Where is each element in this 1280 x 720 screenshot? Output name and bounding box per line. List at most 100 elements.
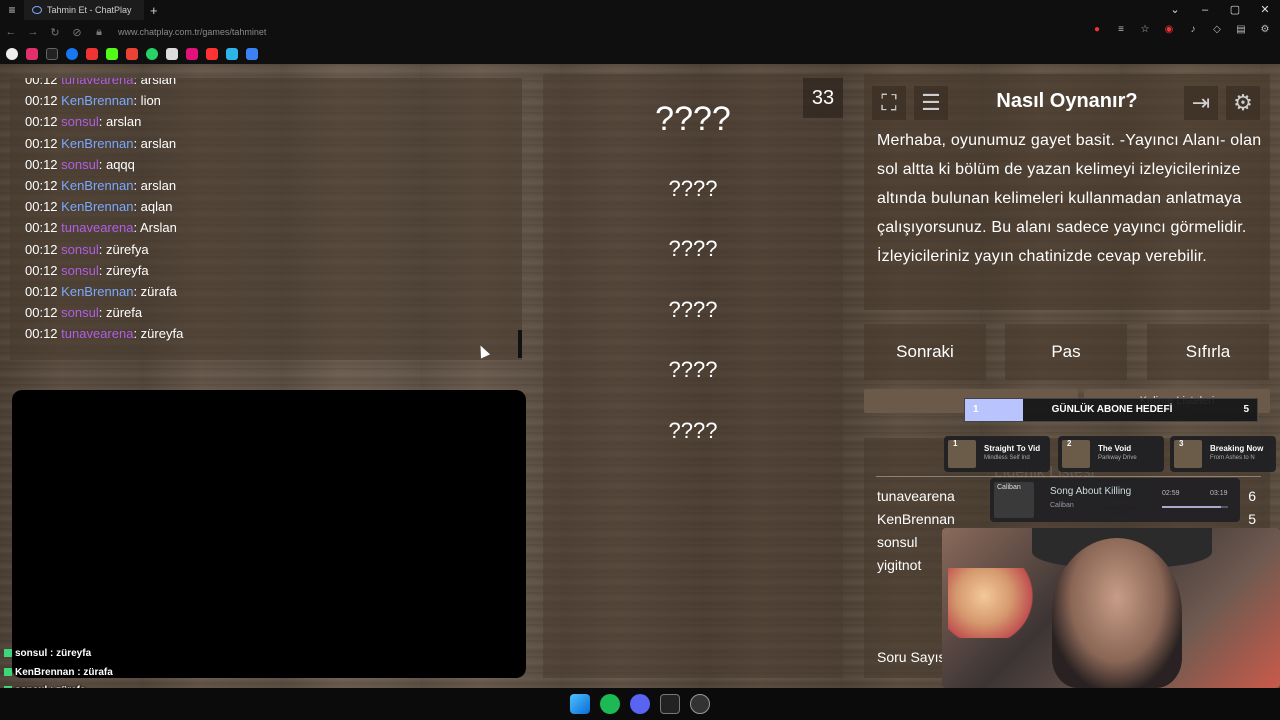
x-bookmark-icon[interactable] [46,48,58,60]
track-artist: Mindless Self Ind [984,455,1030,461]
chat-username[interactable]: tunavearena [61,326,133,341]
chat-text: : aqlan [133,199,173,215]
y-bookmark-icon[interactable] [186,48,198,60]
chat-time: 00:12 [25,156,58,172]
chat-username[interactable]: sonsul [61,263,99,278]
chat-text: : arslan [98,114,142,130]
chat-message: 00:12 sonsul: arslan [25,114,141,129]
cube-icon[interactable]: ◇ [1210,24,1224,38]
chat-time: 00:12 [25,284,58,299]
tabs-dropdown-icon[interactable]: ⌄ [1160,0,1190,20]
chat-username[interactable]: KenBrennan [61,199,133,214]
mail-bookmark-icon[interactable] [166,48,178,60]
leaderboard-name: KenBrennan [877,511,955,527]
chat-message: 00:12 KenBrennan: arslan [25,136,176,151]
words-panel: 33 ???? ???? ???? ???? ???? ???? [543,74,843,678]
main-word: ???? [655,100,731,138]
browser-tab[interactable]: Tahmin Et - ChatPlay [24,0,144,20]
obs-icon[interactable] [660,694,680,714]
pass-button[interactable]: Pas [1005,324,1127,380]
chat-time: 00:12 [25,241,58,257]
chat-message: 00:12 KenBrennan: zürafa [25,284,177,299]
grid-bookmark-icon[interactable] [246,48,258,60]
forbidden-word: ???? [668,236,718,261]
forward-icon[interactable]: → [22,26,44,38]
back-icon[interactable]: ← [0,26,22,38]
site-info-icon[interactable]: ⊘ [66,26,88,39]
now-playing-artist: Caliban [1050,502,1074,509]
track-artist: From Ashes to N [1210,455,1255,461]
chat-username[interactable]: KenBrennan [61,136,133,151]
tab-favicon-icon [32,6,42,14]
chat-scrollbar[interactable] [518,330,522,358]
close-icon[interactable]: ✕ [1250,0,1280,20]
forbidden-word: ???? [668,176,718,201]
facebook-bookmark-icon[interactable] [66,48,78,60]
wallet-icon[interactable]: ▤ [1234,24,1248,38]
notification-icon[interactable]: ◉ [1162,24,1176,38]
chat-username[interactable]: sonsul [61,157,99,172]
url-field[interactable]: www.chatplay.com.tr/games/tahminet [118,27,266,37]
chat-time: 00:12 [25,326,58,342]
chat-text: : zürefya [98,241,149,257]
overlay-chat-message: sonsul : züreyfa [4,648,91,659]
minimize-icon[interactable]: – [1190,0,1220,20]
tab-title: Tahmin Et - ChatPlay [47,5,132,15]
menu-icon[interactable]: ≡ [0,3,24,17]
chat-message: 00:12 KenBrennan: lion [25,93,161,108]
leaderboard-name: sonsul [877,534,918,550]
spotify-icon[interactable] [600,694,620,714]
kick-bookmark-icon[interactable] [106,48,118,60]
leaderboard-name: tunavearena [877,488,955,504]
chat-username[interactable]: KenBrennan [61,93,133,108]
exit-icon[interactable]: ⇥ [1184,86,1218,120]
chat-message: 00:12 sonsul: zürefa [25,305,142,320]
reset-button[interactable]: Sıfırla [1147,324,1269,380]
chat-time: 00:12 [25,199,58,215]
chat-time: 00:12 [25,305,58,321]
youtube-bookmark-icon[interactable] [86,48,98,60]
chat-time: 00:12 [25,178,58,193]
chat-username[interactable]: sonsul [61,242,99,257]
overlay-chat-user: sonsul [15,648,48,659]
chat-username[interactable]: tunavearena [61,220,133,235]
chat-username[interactable]: KenBrennan [61,178,133,193]
taskbar [0,688,1280,720]
track-title: Breaking Now [1210,444,1264,453]
chat-username[interactable]: sonsul [61,305,99,320]
chat-text: : arslan [133,135,177,151]
windows-start-icon[interactable] [570,694,590,714]
chrome-bookmark-icon[interactable] [6,48,18,60]
discord-icon[interactable] [630,694,650,714]
app-icon[interactable] [690,694,710,714]
whatsapp-bookmark-icon[interactable] [146,48,158,60]
chat-username[interactable]: sonsul [61,114,99,129]
chat-message: 00:12 sonsul: zürefya [25,242,149,257]
now-playing-progress [1162,506,1228,508]
reader-icon[interactable]: ≡ [1114,24,1128,38]
reload-icon[interactable]: ↻ [44,26,66,39]
settings-icon[interactable]: ⚙ [1258,24,1272,38]
now-playing-widget: Caliban Song About Killing Caliban 02:59… [990,478,1240,522]
track-rank: 2 [1067,439,1072,448]
album-art-label: Caliban [997,484,1021,491]
bookmark-icon[interactable]: ☆ [1138,24,1152,38]
chat-time: 00:12 [25,135,58,151]
gear-icon[interactable]: ⚙ [1226,86,1260,120]
leaderboard-score: 6 [1248,488,1256,504]
chat-message: 00:12 tunavearena: Arslan [25,220,177,235]
sub-goal-bar: 1 GÜNLÜK ABONE HEDEFİ 5 [964,398,1258,422]
chat-username[interactable]: KenBrennan [61,284,133,299]
chat-text: : lion [133,93,161,109]
l-bookmark-icon[interactable] [226,48,238,60]
next-button[interactable]: Sonraki [864,324,986,380]
instagram-bookmark-icon[interactable] [26,48,38,60]
new-tab-icon[interactable]: + [150,3,158,18]
gmail-bookmark-icon[interactable] [126,48,138,60]
extension-icon[interactable]: ● [1090,24,1104,38]
chat-username[interactable]: tunavearena [61,78,133,87]
maximize-icon[interactable]: ▢ [1220,0,1250,20]
app-bookmark-icon[interactable] [206,48,218,60]
top-track-card: 1 Straight To Vid Mindless Self Ind [944,436,1050,472]
volume-icon[interactable]: ♪ [1186,24,1200,38]
